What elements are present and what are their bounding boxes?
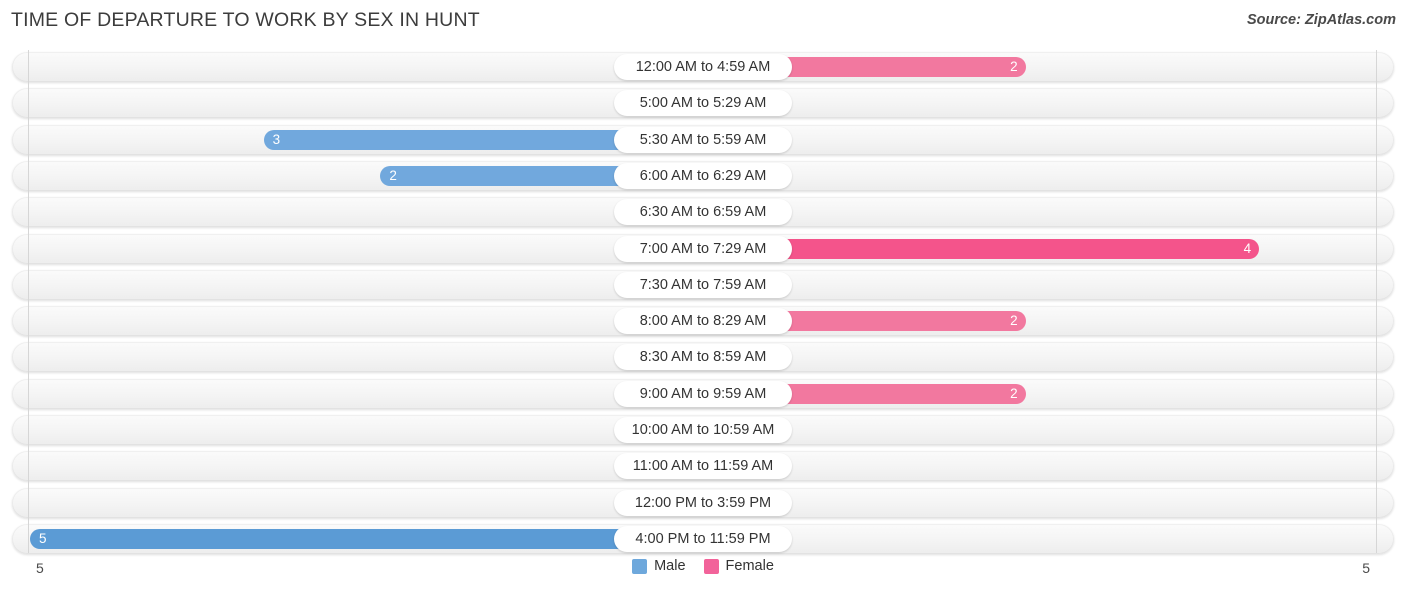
legend-label: Male [654, 558, 686, 574]
bar-row-inner: 008:30 AM to 8:59 AM [12, 342, 1394, 372]
table-row[interactable]: 504:00 PM to 11:59 PM [12, 523, 1394, 554]
table-row[interactable]: 0212:00 AM to 4:59 AM [12, 52, 1394, 82]
source-attribution: Source: ZipAtlas.com [1246, 12, 1396, 28]
legend-swatch-icon [703, 558, 719, 574]
chart-plot-area: 0212:00 AM to 4:59 AM005:00 AM to 5:29 A… [0, 50, 1406, 554]
bar-row-inner: 0011:00 AM to 11:59 AM [12, 451, 1394, 481]
chart-footer: 5 5 Male Female [0, 553, 1406, 594]
bar-row-inner: 007:30 AM to 7:59 AM [12, 270, 1394, 300]
category-label: 9:00 AM to 9:59 AM [614, 380, 792, 407]
bar-row-inner: 504:00 PM to 11:59 PM [12, 524, 1394, 554]
bar-value-female: 2 [1010, 59, 1018, 74]
table-row[interactable]: 305:30 AM to 5:59 AM [12, 124, 1394, 155]
chart-page: TIME OF DEPARTURE TO WORK BY SEX IN HUNT… [0, 0, 1406, 594]
bar-row-inner: 028:00 AM to 8:29 AM [12, 306, 1394, 336]
category-label: 11:00 AM to 11:59 AM [614, 453, 792, 480]
bar-row-inner: 005:00 AM to 5:29 AM [12, 88, 1394, 118]
bar-row-inner: 305:30 AM to 5:59 AM [12, 125, 1394, 155]
bar-male[interactable] [30, 528, 703, 549]
category-label: 7:00 AM to 7:29 AM [614, 235, 792, 262]
chart-legend: Male Female [0, 558, 1406, 574]
table-row[interactable]: 0011:00 AM to 11:59 AM [12, 451, 1394, 482]
table-row[interactable]: 007:30 AM to 7:59 AM [12, 269, 1394, 300]
table-row[interactable]: 005:00 AM to 5:29 AM [12, 88, 1394, 119]
bar-row-inner: 206:00 AM to 6:29 AM [12, 161, 1394, 191]
legend-label: Female [725, 558, 774, 574]
category-label: 12:00 AM to 4:59 AM [614, 54, 792, 80]
category-label: 7:30 AM to 7:59 AM [614, 271, 792, 298]
bar-row-inner: 029:00 AM to 9:59 AM [12, 379, 1394, 409]
bar-value-female: 2 [1010, 385, 1018, 401]
chart-header: TIME OF DEPARTURE TO WORK BY SEX IN HUNT… [0, 0, 1406, 42]
axis-gridline-left [28, 50, 29, 553]
table-row[interactable]: 0012:00 PM to 3:59 PM [12, 487, 1394, 518]
page-title: TIME OF DEPARTURE TO WORK BY SEX IN HUNT [11, 9, 480, 31]
bar-row-inner: 0012:00 PM to 3:59 PM [12, 488, 1394, 518]
bar-value-male: 2 [389, 167, 397, 183]
category-label: 4:00 PM to 11:59 PM [614, 525, 792, 552]
bar-value-male: 5 [39, 530, 47, 546]
legend-item-male[interactable]: Male [632, 558, 686, 574]
axis-gridline-right [1376, 50, 1377, 553]
table-row[interactable]: 047:00 AM to 7:29 AM [12, 233, 1394, 264]
bar-value-male: 3 [272, 131, 281, 147]
table-row[interactable]: 206:00 AM to 6:29 AM [12, 160, 1394, 191]
category-label: 5:30 AM to 5:59 AM [614, 126, 792, 153]
category-label: 8:00 AM to 8:29 AM [614, 308, 792, 335]
table-row[interactable]: 028:00 AM to 8:29 AM [12, 306, 1394, 337]
table-row[interactable]: 006:30 AM to 6:59 AM [12, 197, 1394, 228]
bar-value-female: 2 [1010, 313, 1018, 329]
category-label: 8:30 AM to 8:59 AM [614, 344, 792, 371]
table-row[interactable]: 008:30 AM to 8:59 AM [12, 342, 1394, 373]
bar-row-inner: 006:30 AM to 6:59 AM [12, 197, 1394, 227]
bar-row-inner: 0212:00 AM to 4:59 AM [12, 52, 1394, 82]
bar-row-inner: 0010:00 AM to 10:59 AM [12, 415, 1394, 445]
category-label: 6:00 AM to 6:29 AM [614, 162, 792, 189]
category-label: 12:00 PM to 3:59 PM [614, 489, 792, 516]
table-row[interactable]: 029:00 AM to 9:59 AM [12, 378, 1394, 409]
bar-value-female: 4 [1243, 240, 1252, 256]
category-label: 10:00 AM to 10:59 AM [614, 417, 792, 443]
category-label: 6:30 AM to 6:59 AM [614, 199, 792, 226]
legend-swatch-icon [632, 558, 648, 574]
table-row[interactable]: 0010:00 AM to 10:59 AM [12, 415, 1394, 445]
legend-item-female[interactable]: Female [703, 558, 774, 574]
bar-row-inner: 047:00 AM to 7:29 AM [12, 234, 1394, 264]
category-label: 5:00 AM to 5:29 AM [614, 90, 792, 117]
